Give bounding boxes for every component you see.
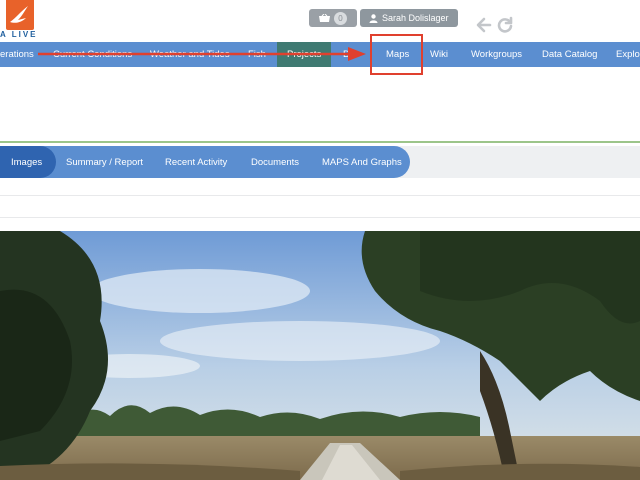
cart-button[interactable]: 0 (309, 9, 357, 27)
divider (0, 195, 640, 196)
tab-maps-and-graphs[interactable]: MAPS And Graphs (322, 146, 402, 178)
nav-item-wiki[interactable]: Wiki (430, 42, 448, 67)
cart-count-badge: 0 (334, 11, 347, 25)
logo-text: A LIVE (0, 30, 38, 39)
annotation-highlight-box (370, 34, 423, 75)
tab-recent-activity[interactable]: Recent Activity (165, 146, 227, 178)
nav-item-data-catalog[interactable]: Data Catalog (542, 42, 597, 67)
user-name: Sarah Dolislager (382, 13, 449, 23)
user-icon (369, 13, 378, 23)
tab-images[interactable]: Images (11, 146, 42, 178)
logo[interactable] (6, 0, 34, 30)
divider (0, 141, 640, 143)
tab-documents[interactable]: Documents (251, 146, 299, 178)
back-arrow-icon[interactable] (475, 16, 493, 34)
landscape-image (0, 231, 640, 480)
nav-item-operations[interactable]: erations (0, 42, 34, 67)
divider (0, 217, 640, 218)
tab-summary-report[interactable]: Summary / Report (66, 146, 143, 178)
refresh-icon[interactable] (496, 16, 514, 34)
project-photo[interactable] (0, 231, 640, 480)
annotation-arrow (38, 47, 366, 61)
nav-item-workgroups[interactable]: Workgroups (471, 42, 522, 67)
basket-icon (319, 13, 330, 22)
nav-item-explore[interactable]: Explor (616, 42, 640, 67)
bird-logo-icon (10, 6, 28, 23)
user-account-button[interactable]: Sarah Dolislager (360, 9, 458, 27)
